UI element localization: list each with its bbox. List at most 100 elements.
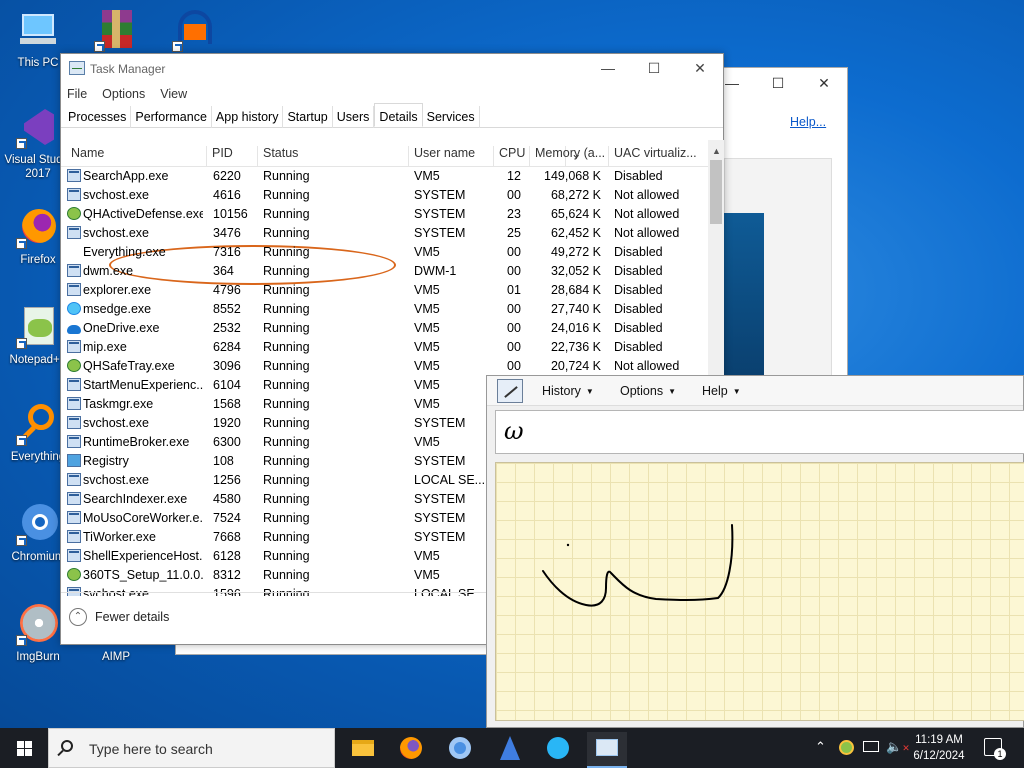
- chromium-icon: [16, 502, 60, 546]
- tab-startup[interactable]: Startup: [283, 106, 333, 128]
- process-icon: [67, 492, 81, 505]
- firefox-icon: [400, 737, 422, 759]
- column-memory[interactable]: Memory (a...: [529, 146, 608, 167]
- column-status[interactable]: Status: [257, 146, 408, 167]
- imgburn-icon: [16, 602, 60, 646]
- menu-help[interactable]: Help ▼: [702, 384, 741, 398]
- process-name: msedge.exe: [83, 302, 152, 316]
- taskbar-firefox[interactable]: [391, 732, 431, 768]
- process-user: SYSTEM: [414, 188, 466, 202]
- process-status: Running: [263, 264, 310, 278]
- table-row[interactable]: QHActiveDefense.exe 10156 Running SYSTEM 23 6…: [61, 205, 708, 224]
- process-user: DWM-1: [414, 264, 457, 278]
- task-manager-icon: [596, 739, 618, 756]
- process-cpu: 00: [507, 321, 521, 335]
- recognized-formula: ω: [504, 417, 524, 445]
- process-user: VM5: [414, 397, 440, 411]
- minimize-button[interactable]: —: [585, 54, 631, 84]
- ink-dot: [566, 543, 570, 547]
- table-row[interactable]: svchost.exe 4616 Running SYSTEM 00 68,272 K No…: [61, 186, 708, 205]
- process-status: Running: [263, 283, 310, 297]
- process-uac: Disabled: [614, 302, 663, 316]
- writing-area[interactable]: [495, 462, 1024, 721]
- tab-services[interactable]: Services: [423, 106, 480, 128]
- math-input-panel[interactable]: History ▼ Options ▼ Help ▼ ω: [486, 375, 1024, 728]
- column-cpu[interactable]: CPU: [493, 146, 529, 167]
- process-icon: [67, 397, 81, 410]
- process-status: Running: [263, 530, 310, 544]
- menu-view[interactable]: View: [160, 84, 194, 106]
- tab-details[interactable]: Details: [374, 103, 423, 127]
- table-row[interactable]: Everything.exe 7316 Running VM5 00 49,272 K Di…: [61, 243, 708, 285]
- tab-performance[interactable]: Performance: [131, 106, 212, 128]
- desktop: This PC Visual Studio 2017 Firefox Notep…: [0, 0, 1024, 728]
- process-cpu: 00: [507, 359, 521, 373]
- dropdown-arrow-icon: ▼: [732, 387, 741, 396]
- close-icon[interactable]: ✕: [801, 68, 847, 98]
- process-user: VM5: [414, 321, 440, 335]
- process-name: dwm.exe: [83, 264, 134, 278]
- process-name: svchost.exe: [83, 188, 150, 202]
- taskbar-search-box[interactable]: Type here to search: [48, 728, 335, 768]
- tab-processes[interactable]: Processes: [64, 106, 132, 128]
- process-name: ShellExperienceHost....: [83, 549, 203, 563]
- title-bar[interactable]: Task Manager — ☐ ✕: [61, 54, 723, 84]
- desktop-icon-audacity[interactable]: [158, 8, 230, 56]
- column-name[interactable]: Name: [66, 146, 206, 167]
- taskbar-app-5[interactable]: [538, 732, 578, 768]
- notification-count-badge: 1: [994, 748, 1006, 760]
- menu-history[interactable]: History ▼: [542, 384, 594, 398]
- table-row[interactable]: mip.exe 6284 Running VM5 00 22,736 K Disabled: [61, 338, 708, 357]
- fewer-details-button[interactable]: Fewer details: [95, 610, 169, 624]
- table-row[interactable]: QHSafeTray.exe 3096 Running VM5 00 20,724 K No…: [61, 357, 708, 376]
- process-name: QHActiveDefense.exe: [83, 207, 203, 221]
- process-icon: [67, 530, 81, 543]
- table-row[interactable]: dwm.exe 364 Running DWM-1 00 32,052 K Disabled: [61, 262, 708, 281]
- table-row[interactable]: OneDrive.exe 2532 Running VM5 00 24,016 K Disa…: [61, 319, 708, 338]
- process-status: Running: [263, 226, 310, 240]
- process-user: SYSTEM: [414, 416, 466, 430]
- process-user: VM5: [414, 302, 440, 316]
- process-pid: 4616: [213, 188, 241, 202]
- table-row[interactable]: explorer.exe 4796 Running VM5 01 28,684 K Disa…: [61, 281, 708, 300]
- process-uac: Disabled: [614, 283, 663, 297]
- taskbar-task-manager[interactable]: [587, 732, 627, 768]
- 360-tray-icon[interactable]: [839, 740, 854, 755]
- start-button[interactable]: [0, 728, 48, 768]
- process-pid: 8312: [213, 568, 241, 582]
- maximize-button[interactable]: ☐: [631, 54, 677, 84]
- network-icon[interactable]: [863, 741, 879, 752]
- chevron-up-icon[interactable]: ⌃: [69, 608, 87, 626]
- tab-app-history[interactable]: App history: [212, 106, 284, 128]
- menu-options[interactable]: Options ▼: [620, 384, 676, 398]
- table-row[interactable]: msedge.exe 8552 Running VM5 00 27,740 K Disabl…: [61, 300, 708, 319]
- close-button[interactable]: ✕: [677, 54, 723, 84]
- table-row[interactable]: SearchApp.exe 6220 Running VM5 12 149,068 K Di…: [61, 167, 708, 186]
- scroll-thumb[interactable]: [710, 160, 722, 224]
- process-pid: 4580: [213, 492, 241, 506]
- process-icon: [67, 169, 81, 182]
- desktop-icon-winrar[interactable]: [80, 8, 152, 56]
- show-hidden-icons-chevron-icon[interactable]: ⌃: [815, 739, 826, 755]
- table-row[interactable]: svchost.exe 3476 Running SYSTEM 25 62,452 K No…: [61, 224, 708, 243]
- globe-icon: [547, 737, 569, 759]
- tab-users[interactable]: Users: [333, 106, 375, 128]
- system-clock[interactable]: 11:19 AM 6/12/2024: [904, 732, 974, 764]
- maximize-icon[interactable]: ☐: [755, 68, 801, 98]
- folder-icon: [352, 740, 374, 756]
- column-user-name[interactable]: User name: [408, 146, 493, 167]
- help-link[interactable]: Help...: [790, 115, 826, 129]
- taskbar-file-explorer[interactable]: [342, 732, 382, 768]
- scroll-up-icon[interactable]: ▲: [712, 146, 721, 156]
- process-name: TiWorker.exe: [83, 530, 156, 544]
- menu-options[interactable]: Options: [102, 84, 152, 106]
- column-uac-virtualization[interactable]: UAC virtualiz...: [608, 146, 708, 167]
- column-pid[interactable]: PID: [206, 146, 258, 167]
- ink-stroke: [542, 524, 734, 607]
- process-user: VM5: [414, 568, 440, 582]
- process-cpu: 00: [507, 245, 521, 259]
- notification-center-icon[interactable]: 1: [984, 738, 1006, 760]
- taskbar-chromium[interactable]: [440, 732, 480, 768]
- menu-file[interactable]: File: [67, 84, 94, 106]
- taskbar-app-4[interactable]: [489, 732, 529, 768]
